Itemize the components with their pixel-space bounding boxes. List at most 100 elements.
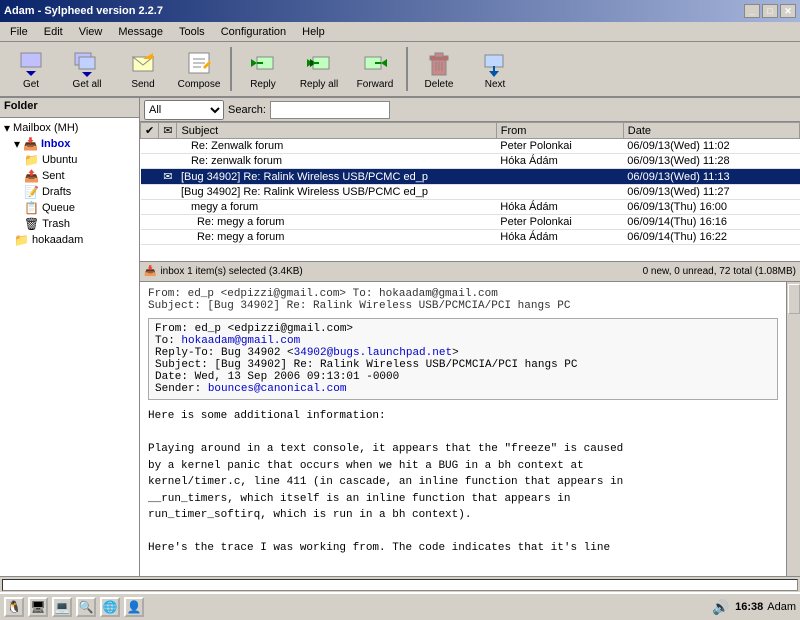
table-row[interactable]: Re: megy a forum Peter Polonkai 06/09/14… <box>141 215 800 230</box>
task-icon-3[interactable]: 🔍 <box>76 597 96 617</box>
folder-item-mailbox[interactable]: ▾ Mailbox (MH) <box>2 120 137 136</box>
row-from: Hóka Ádám <box>496 200 623 215</box>
msg-preview[interactable]: From: ed_p <edpizzi@gmail.com> To: hokaa… <box>140 282 786 576</box>
msg-list-toolbar: All Search: <box>140 98 800 122</box>
row-checkbox[interactable] <box>141 154 159 169</box>
row-date: 06/09/13(Wed) 11:13 <box>623 169 799 185</box>
task-icon-4[interactable]: 🌐 <box>100 597 120 617</box>
msg-status-bar: 📥 inbox 1 item(s) selected (3.4KB) 0 new… <box>140 262 800 282</box>
row-checkbox[interactable] <box>141 230 159 245</box>
preview-sender: Sender: bounces@canonical.com <box>155 383 771 395</box>
row-date: 06/09/13(Wed) 11:02 <box>623 139 799 154</box>
folder-item-drafts[interactable]: 📝 Drafts <box>22 184 137 200</box>
menu-view[interactable]: View <box>73 24 109 40</box>
row-checkbox[interactable] <box>141 169 159 185</box>
row-subject: Re: megy a forum <box>177 215 496 230</box>
row-attach <box>159 139 177 154</box>
row-subject: Re: Zenwalk forum <box>177 139 496 154</box>
preview-scrollbar[interactable] <box>786 282 800 576</box>
window-title: Adam - Sylpheed version 2.2.7 <box>4 5 163 17</box>
forward-button[interactable]: Forward <box>348 44 402 94</box>
next-button[interactable]: Next <box>468 44 522 94</box>
menu-help[interactable]: Help <box>296 24 331 40</box>
menu-tools[interactable]: Tools <box>173 24 211 40</box>
delete-button[interactable]: Delete <box>412 44 466 94</box>
folder-tree[interactable]: ▾ Mailbox (MH) ▾ 📥 Inbox 📁 Ubuntu 📤 Sent… <box>0 118 139 576</box>
row-checkbox[interactable] <box>141 139 159 154</box>
row-checkbox[interactable] <box>141 215 159 230</box>
row-checkbox[interactable] <box>141 185 159 200</box>
taskbar: 🐧 🖥 💻 🔍 🌐 👤 🔊 16:38 Adam <box>0 592 800 620</box>
menu-configuration[interactable]: Configuration <box>215 24 292 40</box>
inbox-status-icon: 📥 <box>144 266 156 277</box>
row-from: Hóka Ádám <box>496 154 623 169</box>
taskbar-right: 🔊 16:38 Adam <box>711 597 796 617</box>
taskbar-time: 16:38 <box>735 601 763 613</box>
minimize-button[interactable]: _ <box>744 4 760 18</box>
send-icon <box>129 49 157 77</box>
table-row[interactable]: ✉ [Bug 34902] Re: Ralink Wireless USB/PC… <box>141 169 800 185</box>
msg-list[interactable]: ✔ ✉ Subject From Date Re: Zenwalk forum … <box>140 122 800 262</box>
task-icon-1[interactable]: 🖥 <box>28 597 48 617</box>
col-subject[interactable]: Subject <box>177 123 496 139</box>
drafts-icon: 📝 <box>24 185 39 199</box>
task-icon-5[interactable]: 👤 <box>124 597 144 617</box>
folder-item-inbox[interactable]: ▾ 📥 Inbox <box>12 136 137 152</box>
folder-item-sent[interactable]: 📤 Sent <box>22 168 137 184</box>
volume-icon[interactable]: 🔊 <box>711 597 731 617</box>
ubuntu-label: Ubuntu <box>42 154 77 166</box>
menu-edit[interactable]: Edit <box>38 24 69 40</box>
table-row[interactable]: Re: megy a forum Hóka Ádám 06/09/14(Thu)… <box>141 230 800 245</box>
compose-button[interactable]: Compose <box>172 44 226 94</box>
row-date: 06/09/13(Wed) 11:28 <box>623 154 799 169</box>
get-button[interactable]: Get <box>4 44 58 94</box>
preview-area: From: ed_p <edpizzi@gmail.com> To: hokaa… <box>140 282 800 576</box>
reply-button[interactable]: Reply <box>236 44 290 94</box>
preview-to-link: hokaadam@gmail.com <box>181 335 300 347</box>
preview-from: From: ed_p <edpizzi@gmail.com> <box>155 323 771 335</box>
horizontal-scroll-bar[interactable] <box>0 576 800 592</box>
col-date[interactable]: Date <box>623 123 799 139</box>
row-from <box>496 169 623 185</box>
toolbar: Get Get all Send <box>0 42 800 98</box>
col-from[interactable]: From <box>496 123 623 139</box>
trash-label: Trash <box>42 218 70 230</box>
start-icon[interactable]: 🐧 <box>4 597 24 617</box>
folder-item-queue[interactable]: 📋 Queue <box>22 200 137 216</box>
inbox-label: Inbox <box>41 138 70 150</box>
window-controls: _ □ ✕ <box>744 4 796 18</box>
task-icon-2[interactable]: 💻 <box>52 597 72 617</box>
preview-reply-to: Reply-To: Bug 34902 <34902@bugs.launchpa… <box>155 347 771 359</box>
folder-item-hokaadam[interactable]: 📁 hokaadam <box>12 232 137 248</box>
scroll-track[interactable] <box>2 579 798 591</box>
table-row[interactable]: megy a forum Hóka Ádám 06/09/13(Thu) 16:… <box>141 200 800 215</box>
reply-icon <box>249 49 277 77</box>
forward-icon <box>361 49 389 77</box>
menu-message[interactable]: Message <box>112 24 169 40</box>
row-from: Peter Polonkai <box>496 215 623 230</box>
trash-icon: 🗑 <box>24 217 39 231</box>
table-row[interactable]: Re: Zenwalk forum Peter Polonkai 06/09/1… <box>141 139 800 154</box>
close-button[interactable]: ✕ <box>780 4 796 18</box>
preview-from-short: From: ed_p <edpizzi@gmail.com> To: hokaa… <box>148 288 778 300</box>
menu-file[interactable]: File <box>4 24 34 40</box>
search-input[interactable] <box>270 101 390 119</box>
reply-label: Reply <box>250 79 276 90</box>
table-row[interactable]: [Bug 34902] Re: Ralink Wireless USB/PCMC… <box>141 185 800 200</box>
get-icon <box>17 49 45 77</box>
get-all-button[interactable]: Get all <box>60 44 114 94</box>
send-button[interactable]: Send <box>116 44 170 94</box>
reply-all-button[interactable]: Reply all <box>292 44 346 94</box>
row-checkbox[interactable] <box>141 200 159 215</box>
folder-item-ubuntu[interactable]: 📁 Ubuntu <box>22 152 137 168</box>
msg-table: ✔ ✉ Subject From Date Re: Zenwalk forum … <box>140 122 800 245</box>
folder-item-trash[interactable]: 🗑 Trash <box>22 216 137 232</box>
preview-subject: Subject: [Bug 34902] Re: Ralink Wireless… <box>155 359 771 371</box>
taskbar-user: Adam <box>767 601 796 613</box>
row-date: 06/09/14(Thu) 16:22 <box>623 230 799 245</box>
table-row[interactable]: Re: zenwalk forum Hóka Ádám 06/09/13(Wed… <box>141 154 800 169</box>
maximize-button[interactable]: □ <box>762 4 778 18</box>
filter-select[interactable]: All <box>144 100 224 120</box>
toolbar-sep-2 <box>406 47 408 91</box>
sent-icon: 📤 <box>24 169 39 183</box>
